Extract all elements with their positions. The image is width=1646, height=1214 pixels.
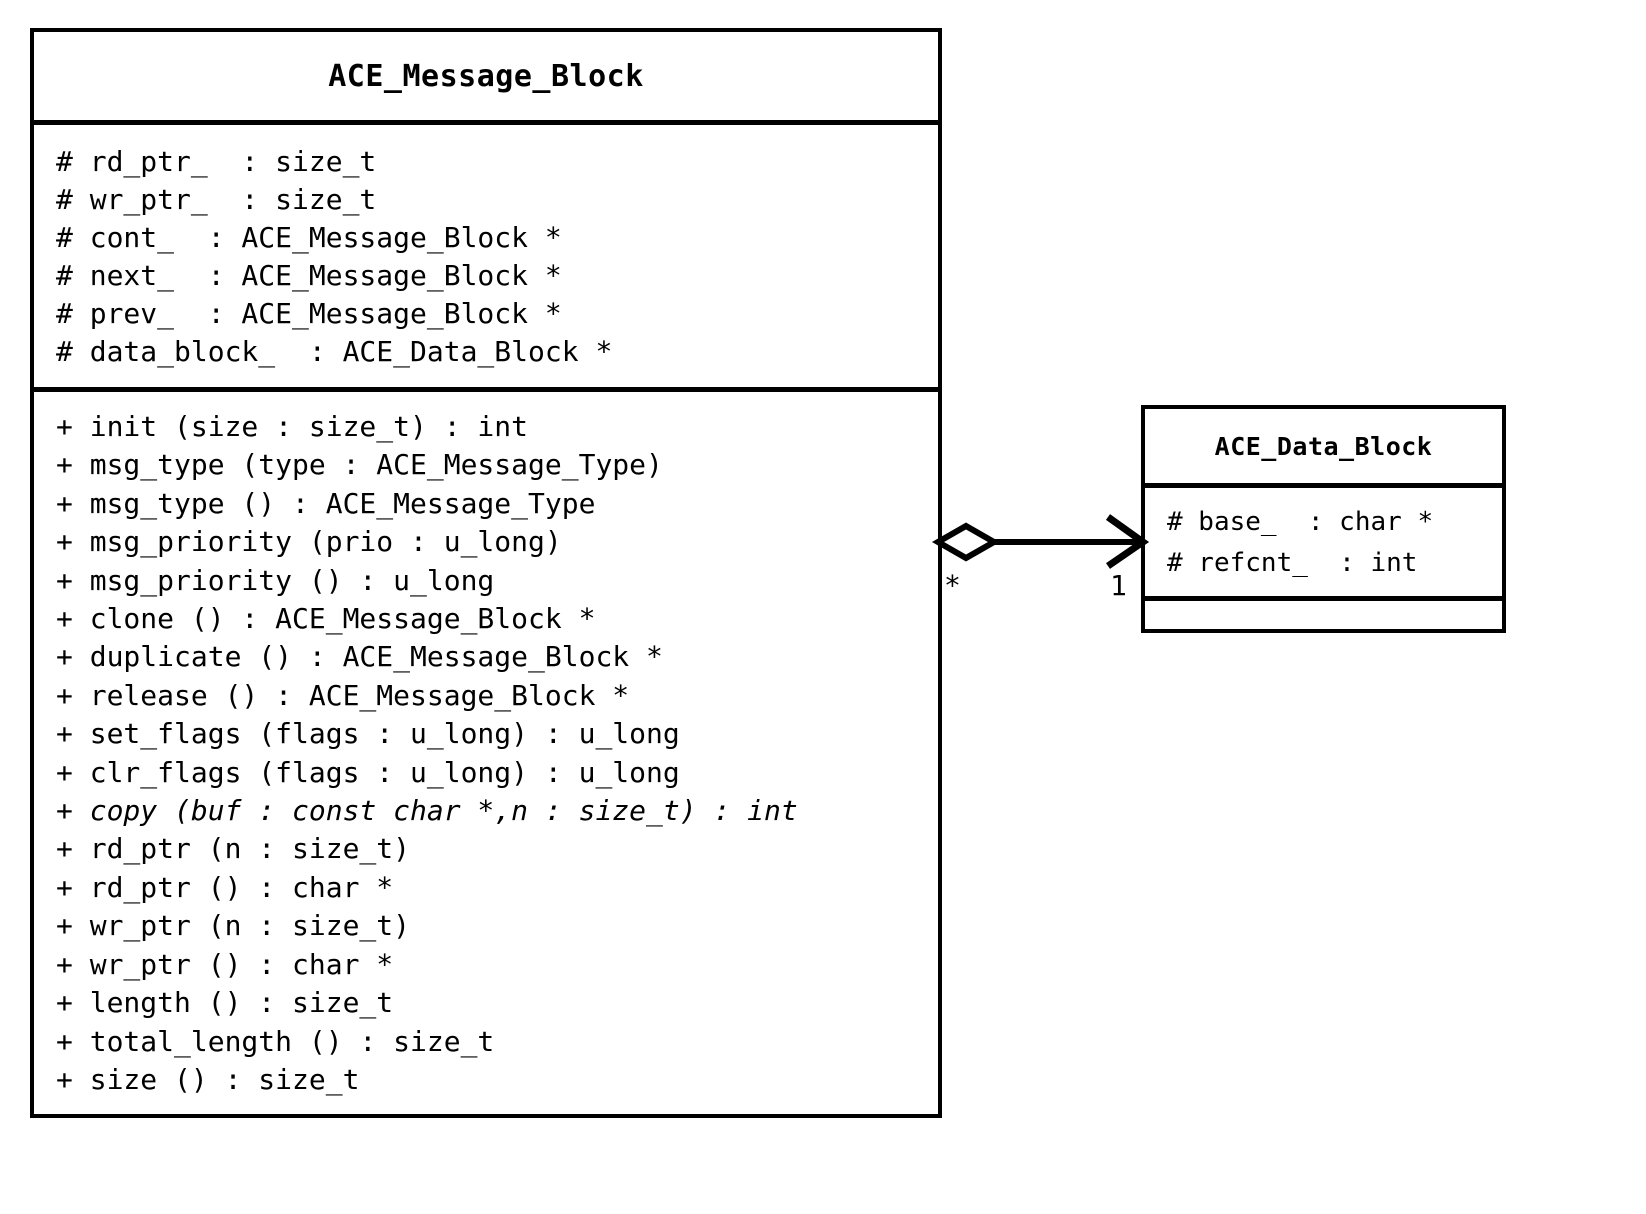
multiplicity-label-source: *: [944, 569, 961, 602]
attribute-row: # data_block_ : ACE_Data_Block *: [56, 335, 613, 368]
operation-row: + length () : size_t: [56, 986, 394, 1020]
operation-row: + msg_type (type : ACE_Message_Type): [56, 448, 663, 482]
operation-row: + clr_flags (flags : u_long) : u_long: [56, 755, 680, 789]
operation-row: + wr_ptr () : char *: [56, 947, 394, 981]
attributes-compartment-message-block: # rd_ptr_ : size_t # wr_ptr_ : size_t # …: [34, 125, 938, 387]
attributes-compartment-data-block: # base_ : char * # refcnt_ : int: [1145, 488, 1502, 596]
operation-row: + duplicate () : ACE_Message_Block *: [56, 640, 663, 674]
operation-row: + total_length () : size_t: [56, 1024, 495, 1058]
attribute-row: # rd_ptr_ : size_t: [56, 145, 377, 178]
class-box-ace-data-block[interactable]: ACE_Data_Block # base_ : char * # refcnt…: [1141, 405, 1506, 633]
operation-row: + rd_ptr (n : size_t): [56, 832, 411, 866]
attribute-row: # base_ : char *: [1167, 507, 1434, 537]
attribute-row: # cont_ : ACE_Message_Block *: [56, 221, 562, 254]
attribute-row: # next_ : ACE_Message_Block *: [56, 259, 562, 292]
class-title-ace-data-block: ACE_Data_Block: [1214, 432, 1433, 461]
operations-compartment-data-block: [1145, 601, 1502, 627]
multiplicity-label-target: 1: [1110, 569, 1127, 602]
class-title-ace-message-block: ACE_Message_Block: [328, 59, 644, 94]
operation-row: + msg_priority () : u_long: [56, 563, 495, 597]
operation-row: + copy (buf : const char *,n : size_t) :…: [56, 794, 798, 828]
operation-row: + msg_type () : ACE_Message_Type: [56, 486, 596, 520]
operation-row: + size () : size_t: [56, 1062, 360, 1096]
attribute-row: # wr_ptr_ : size_t: [56, 183, 377, 216]
operation-row: + msg_priority (prio : u_long): [56, 525, 562, 559]
operations-compartment-message-block: + init (size : size_t) : int + msg_type …: [34, 392, 938, 1113]
diagram-canvas: ACE_Message_Block # rd_ptr_ : size_t # w…: [0, 0, 1646, 1214]
operation-row: + wr_ptr (n : size_t): [56, 909, 411, 943]
operation-row: + rd_ptr () : char *: [56, 870, 394, 904]
aggregation-diamond-icon: [931, 522, 1001, 562]
operation-row: + init (size : size_t) : int: [56, 410, 529, 443]
class-box-ace-message-block[interactable]: ACE_Message_Block # rd_ptr_ : size_t # w…: [30, 28, 942, 1118]
attribute-row: # prev_ : ACE_Message_Block *: [56, 297, 562, 330]
operation-row: + clone () : ACE_Message_Block *: [56, 602, 596, 636]
attribute-row: # refcnt_ : int: [1167, 548, 1418, 578]
aggregation-connector[interactable]: [930, 500, 1160, 630]
operation-row: + release () : ACE_Message_Block *: [56, 678, 630, 712]
operation-row: + set_flags (flags : u_long) : u_long: [56, 717, 680, 751]
